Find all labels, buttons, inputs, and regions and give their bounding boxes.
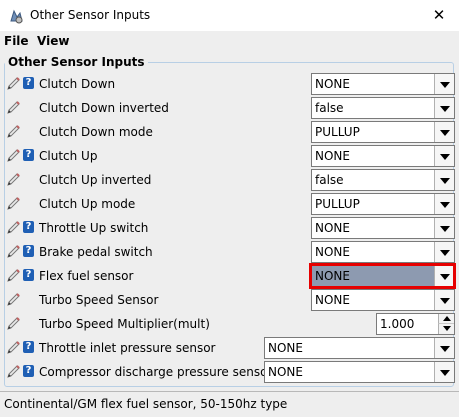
- setting-row: ? Brake pedal switch NONE: [0, 240, 459, 264]
- setting-row: Clutch Down inverted false: [0, 96, 459, 120]
- group-title: Other Sensor Inputs: [5, 55, 148, 69]
- chevron-down-icon[interactable]: [434, 74, 454, 94]
- setting-dropdown[interactable]: NONE: [311, 241, 455, 263]
- pencil-icon: [6, 268, 21, 283]
- setting-label: Clutch Up inverted: [39, 173, 152, 187]
- dropdown-value: NONE: [315, 245, 350, 259]
- title-bar: Other Sensor Inputs ✕: [0, 0, 459, 30]
- dropdown-value: false: [315, 101, 344, 115]
- setting-label: Brake pedal switch: [39, 245, 153, 259]
- highlight-box: [309, 263, 456, 289]
- spinner-down-icon[interactable]: [438, 324, 454, 334]
- setting-dropdown[interactable]: NONE: [264, 361, 455, 383]
- multiplier-spinner[interactable]: 1.000: [376, 313, 455, 335]
- setting-label: Clutch Down: [39, 77, 116, 91]
- chevron-down-icon[interactable]: [434, 290, 454, 310]
- pencil-icon: [6, 364, 21, 379]
- help-icon[interactable]: ?: [23, 365, 34, 377]
- setting-label: Throttle Up switch: [39, 221, 149, 235]
- setting-label: Turbo Speed Sensor: [39, 293, 159, 307]
- setting-label: Turbo Speed Multiplier(mult): [39, 317, 210, 331]
- chevron-down-icon[interactable]: [434, 98, 454, 118]
- pencil-icon: [6, 220, 21, 235]
- dropdown-value: false: [315, 173, 344, 187]
- chevron-down-icon[interactable]: [434, 338, 454, 358]
- dropdown-value: NONE: [315, 77, 350, 91]
- dropdown-value: PULLUP: [315, 125, 360, 139]
- help-icon[interactable]: ?: [23, 77, 34, 89]
- pencil-icon: [6, 76, 21, 91]
- setting-dropdown[interactable]: NONE: [311, 145, 455, 167]
- setting-dropdown[interactable]: false: [311, 169, 455, 191]
- help-icon[interactable]: ?: [23, 221, 34, 233]
- spinner-up-icon[interactable]: [438, 314, 454, 324]
- window-title: Other Sensor Inputs: [30, 8, 151, 22]
- pencil-icon: [6, 316, 21, 331]
- chevron-down-icon[interactable]: [434, 146, 454, 166]
- dropdown-value: PULLUP: [315, 197, 360, 211]
- dropdown-value: NONE: [315, 293, 350, 307]
- setting-dropdown[interactable]: PULLUP: [311, 193, 455, 215]
- help-icon[interactable]: ?: [23, 269, 34, 281]
- help-icon[interactable]: ?: [23, 341, 34, 353]
- pencil-icon: [6, 100, 21, 115]
- setting-row: Turbo Speed Multiplier(mult) 1.000: [0, 312, 459, 336]
- pencil-icon: [6, 196, 21, 211]
- dropdown-value: NONE: [268, 341, 303, 355]
- app-icon: [10, 9, 23, 24]
- setting-dropdown[interactable]: NONE: [311, 289, 455, 311]
- setting-row: ? Compressor discharge pressure sensor NON…: [0, 360, 459, 384]
- dropdown-value: NONE: [315, 149, 350, 163]
- pencil-icon: [6, 340, 21, 355]
- spinner-value: 1.000: [380, 317, 415, 331]
- pencil-icon: [6, 292, 21, 307]
- setting-row: Clutch Up inverted false: [0, 168, 459, 192]
- setting-label: Clutch Up: [39, 149, 98, 163]
- chevron-down-icon[interactable]: [434, 194, 454, 214]
- dropdown-value: NONE: [315, 221, 350, 235]
- setting-dropdown[interactable]: PULLUP: [311, 121, 455, 143]
- chevron-down-icon[interactable]: [434, 242, 454, 262]
- setting-row: Turbo Speed Sensor NONE: [0, 288, 459, 312]
- pencil-icon: [6, 148, 21, 163]
- setting-dropdown[interactable]: NONE: [311, 217, 455, 239]
- setting-dropdown[interactable]: NONE: [264, 337, 455, 359]
- chevron-down-icon[interactable]: [434, 170, 454, 190]
- setting-label: Clutch Down mode: [39, 125, 153, 139]
- pencil-icon: [6, 244, 21, 259]
- dropdown-value: NONE: [268, 365, 303, 379]
- setting-label: Flex fuel sensor: [39, 269, 134, 283]
- menu-file[interactable]: File: [4, 34, 29, 48]
- setting-label: Clutch Down inverted: [39, 101, 169, 115]
- menu-view[interactable]: View: [37, 34, 69, 48]
- setting-label: Clutch Up mode: [39, 197, 136, 211]
- setting-row: ? Throttle inlet pressure sensor NONE: [0, 336, 459, 360]
- content-panel: Other Sensor Inputs ? Clutch Down NONE Clut…: [0, 51, 459, 391]
- setting-row: Clutch Down mode PULLUP: [0, 120, 459, 144]
- chevron-down-icon[interactable]: [434, 122, 454, 142]
- chevron-down-icon[interactable]: [434, 218, 454, 238]
- setting-dropdown[interactable]: NONE: [311, 73, 455, 95]
- help-icon[interactable]: ?: [23, 245, 34, 257]
- close-button[interactable]: ✕: [419, 0, 459, 30]
- pencil-icon: [6, 172, 21, 187]
- setting-dropdown[interactable]: false: [311, 97, 455, 119]
- help-icon[interactable]: ?: [23, 149, 34, 161]
- chevron-down-icon[interactable]: [434, 362, 454, 382]
- status-bar: Continental/GM flex fuel sensor, 50-150h…: [0, 391, 459, 417]
- setting-label: Compressor discharge pressure sensor: [39, 365, 273, 379]
- setting-row: ? Clutch Up NONE: [0, 144, 459, 168]
- setting-row: ? Clutch Down NONE: [0, 72, 459, 96]
- status-text: Continental/GM flex fuel sensor, 50-150h…: [4, 397, 288, 411]
- pencil-icon: [6, 124, 21, 139]
- setting-row: Clutch Up mode PULLUP: [0, 192, 459, 216]
- menu-bar: File View: [0, 31, 459, 51]
- setting-row: ? Throttle Up switch NONE: [0, 216, 459, 240]
- setting-label: Throttle inlet pressure sensor: [39, 341, 216, 355]
